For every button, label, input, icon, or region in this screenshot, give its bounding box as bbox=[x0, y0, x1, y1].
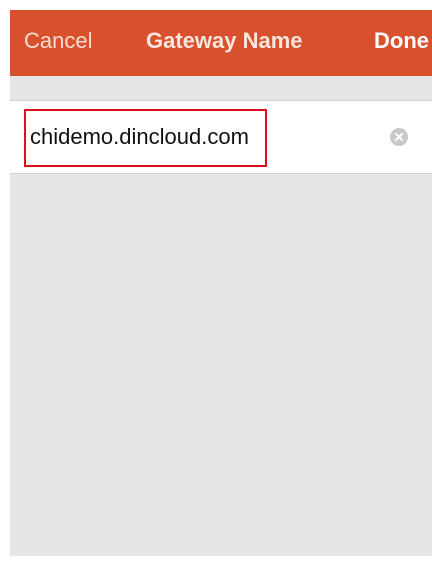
gateway-name-input[interactable] bbox=[30, 111, 360, 163]
gateway-name-row bbox=[10, 100, 432, 174]
clear-x-icon bbox=[395, 133, 403, 141]
navigation-bar: Cancel Gateway Name Done bbox=[10, 10, 432, 76]
done-button[interactable]: Done bbox=[374, 10, 429, 76]
content-area bbox=[10, 76, 432, 556]
clear-circle-icon[interactable] bbox=[390, 128, 408, 146]
page-title: Gateway Name bbox=[146, 28, 303, 53]
cancel-button[interactable]: Cancel bbox=[24, 10, 92, 76]
gateway-name-screen: Cancel Gateway Name Done bbox=[0, 0, 432, 561]
